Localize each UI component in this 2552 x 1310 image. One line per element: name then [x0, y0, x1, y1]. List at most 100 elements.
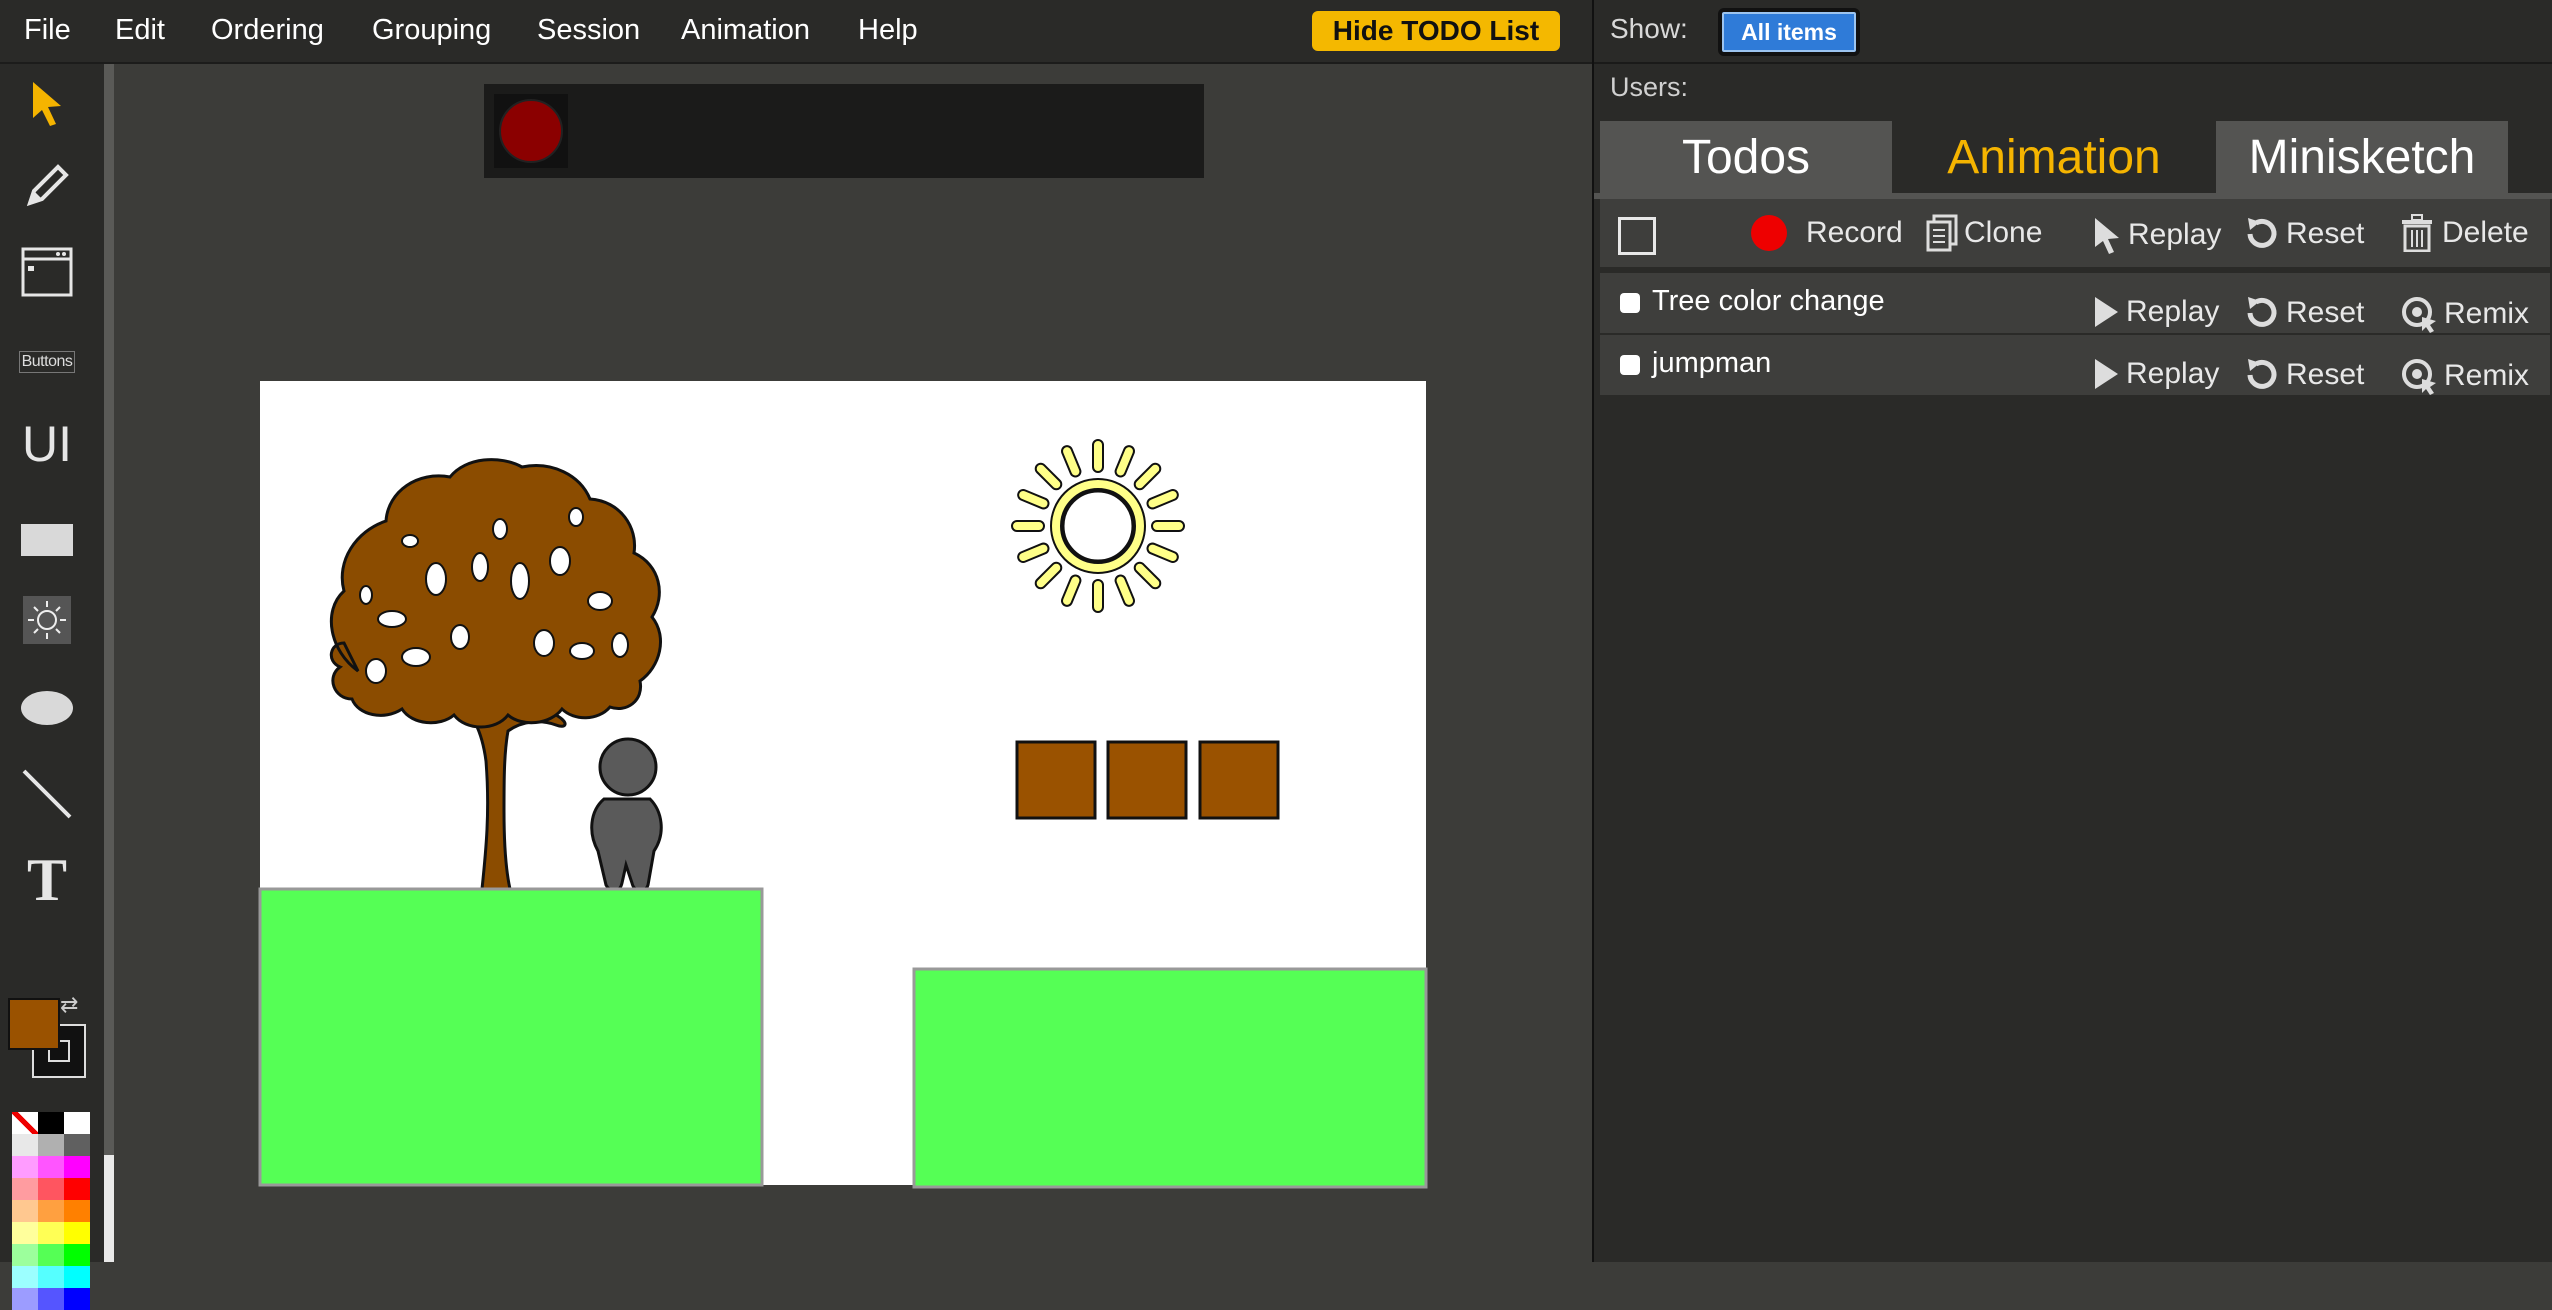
palette-swatch[interactable] [64, 1266, 90, 1288]
ui-tool[interactable]: UI [14, 414, 80, 474]
sun-ray [1092, 439, 1104, 473]
hide-todo-list-button[interactable]: Hide TODO List [1312, 11, 1560, 51]
drawing-canvas[interactable] [258, 381, 1428, 1189]
palette-swatch[interactable] [64, 1112, 90, 1134]
palette-swatch[interactable] [64, 1178, 90, 1200]
palette-swatch[interactable] [12, 1200, 38, 1222]
remix-icon [2402, 359, 2436, 395]
toolbar-scrollbar-thumb[interactable] [104, 1155, 114, 1262]
text-tool[interactable]: T [14, 847, 80, 913]
animation-name: Tree color change [1652, 285, 1885, 317]
jumpman-figure[interactable] [590, 737, 663, 893]
remix-icon [2402, 297, 2436, 333]
animation-controls-row: Record Clone Replay Reset Delete [1600, 199, 2550, 269]
menu-animation[interactable]: Animation [681, 0, 810, 62]
ground-right[interactable] [912, 967, 1428, 1189]
fill-color-swatch[interactable] [8, 998, 60, 1050]
animation-replay-button[interactable]: Replay [2092, 295, 2219, 329]
palette-swatch[interactable] [12, 1178, 38, 1200]
palette-swatch[interactable] [64, 1200, 90, 1222]
palette-swatch[interactable] [12, 1222, 38, 1244]
tab-minisketch[interactable]: Minisketch [2216, 121, 2508, 193]
no-color-swatch[interactable] [12, 1112, 38, 1134]
text-tool-label: T [26, 846, 68, 913]
image-tool[interactable] [14, 590, 80, 650]
animation-checkbox[interactable] [1620, 293, 1640, 313]
menu-file[interactable]: File [24, 0, 71, 62]
palette-swatch[interactable] [38, 1266, 64, 1288]
palette-swatch[interactable] [38, 1200, 64, 1222]
show-filter-select[interactable]: All items [1718, 8, 1860, 56]
line-tool[interactable] [14, 764, 80, 824]
sun-ray [1017, 542, 1050, 563]
animation-replay-button[interactable]: Replay [2092, 357, 2219, 391]
sun-ray [1061, 574, 1082, 607]
animation-name: jumpman [1652, 347, 1772, 379]
record-button[interactable]: Record [1750, 214, 1903, 252]
menu-session[interactable]: Session [537, 0, 640, 62]
palette-swatch[interactable] [12, 1288, 38, 1310]
record-indicator-button[interactable] [494, 94, 568, 168]
reset-button[interactable]: Reset [2244, 216, 2364, 252]
color-palette [12, 1112, 96, 1310]
show-label: Show: [1610, 13, 1688, 44]
sun-shape[interactable] [1011, 439, 1185, 613]
palette-swatch[interactable] [64, 1288, 90, 1310]
palette-swatch[interactable] [38, 1222, 64, 1244]
animation-reset-button[interactable]: Reset [2244, 295, 2364, 331]
sun-ray [1034, 462, 1063, 491]
sun-ray [1146, 542, 1179, 563]
toolbar-scrollbar[interactable] [104, 64, 114, 1262]
image-icon [23, 596, 71, 644]
ellipse-tool[interactable] [14, 678, 80, 738]
pencil-tool[interactable] [14, 156, 80, 216]
tab-animation[interactable]: Animation [1908, 121, 2200, 193]
animation-checkbox[interactable] [1620, 355, 1640, 375]
animation-item: jumpman Replay Reset Remix [1600, 335, 2550, 397]
delete-button[interactable]: Delete [2400, 214, 2529, 252]
palette-swatch[interactable] [64, 1134, 90, 1156]
animation-remix-button[interactable]: Remix [2400, 295, 2529, 333]
palette-swatch[interactable] [12, 1244, 38, 1266]
clone-button[interactable]: Clone [1926, 214, 2042, 252]
recording-bar [484, 84, 1204, 178]
tab-todos[interactable]: Todos [1600, 121, 1892, 193]
buttons-tool[interactable]: Buttons [14, 332, 80, 392]
sun-ray [1034, 561, 1063, 590]
ground-left[interactable] [258, 887, 764, 1187]
palette-swatch[interactable] [38, 1244, 64, 1266]
animation-remix-button[interactable]: Remix [2400, 357, 2529, 395]
sun-ray [1133, 561, 1162, 590]
palette-swatch[interactable] [38, 1156, 64, 1178]
menu-help[interactable]: Help [858, 0, 918, 62]
ui-tool-label: UI [22, 416, 72, 472]
select-all-checkbox[interactable] [1618, 217, 1656, 255]
brown-block-1[interactable] [1015, 740, 1097, 820]
palette-swatch[interactable] [64, 1156, 90, 1178]
palette-swatch[interactable] [64, 1222, 90, 1244]
brown-block-2[interactable] [1106, 740, 1188, 820]
rectangle-tool[interactable] [14, 510, 80, 570]
palette-swatch[interactable] [12, 1266, 38, 1288]
palette-swatch[interactable] [12, 1156, 38, 1178]
sun-ray [1114, 445, 1135, 478]
palette-swatch[interactable] [38, 1112, 64, 1134]
reset-icon [2247, 297, 2277, 327]
menu-grouping[interactable]: Grouping [372, 0, 491, 62]
menu-edit[interactable]: Edit [115, 0, 165, 62]
swap-colors-icon[interactable]: ⇄ [60, 992, 78, 1018]
rectangle-icon [21, 524, 73, 556]
palette-swatch[interactable] [38, 1134, 64, 1156]
window-tool[interactable] [14, 242, 80, 302]
sun-ray [1146, 489, 1179, 510]
pointer-tool[interactable] [14, 74, 80, 134]
palette-swatch[interactable] [38, 1288, 64, 1310]
replay-button[interactable]: Replay [2092, 216, 2221, 254]
palette-swatch[interactable] [38, 1178, 64, 1200]
menu-ordering[interactable]: Ordering [211, 0, 324, 62]
palette-swatch[interactable] [12, 1134, 38, 1156]
brown-block-3[interactable] [1198, 740, 1280, 820]
reset-icon [2247, 359, 2277, 389]
palette-swatch[interactable] [64, 1244, 90, 1266]
animation-reset-button[interactable]: Reset [2244, 357, 2364, 393]
